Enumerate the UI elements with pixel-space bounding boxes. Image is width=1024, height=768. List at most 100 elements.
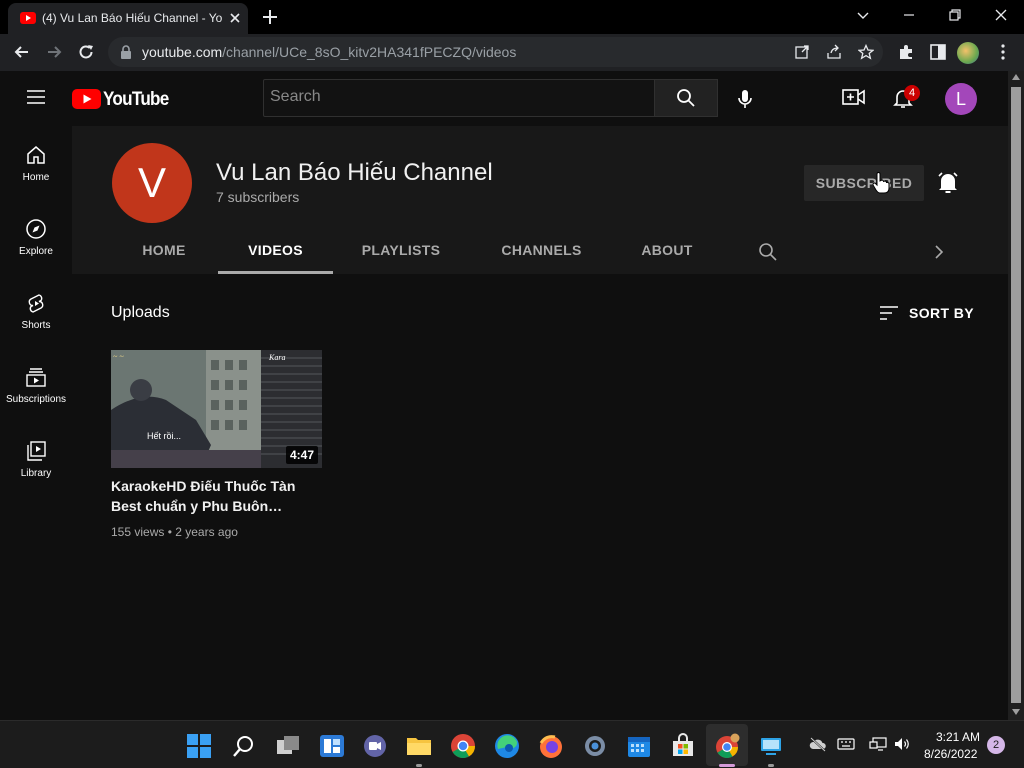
browser-tab-bar: (4) Vu Lan Báo Hiếu Channel - Yo	[0, 0, 1024, 34]
chevron-right-icon[interactable]	[932, 244, 946, 260]
scrollbar-thumb[interactable]	[1011, 87, 1021, 703]
video-meta: 155 views • 2 years ago	[111, 525, 238, 539]
search-icon	[677, 89, 695, 107]
open-in-app-icon[interactable]	[794, 44, 810, 60]
sidebar-item-label: Explore	[19, 246, 53, 257]
sidebar-item-label: Subscriptions	[5, 394, 67, 405]
close-window-icon[interactable]	[993, 7, 1009, 23]
voice-search-mic-icon[interactable]	[731, 85, 759, 113]
clock-time[interactable]: 3:21 AM	[936, 730, 980, 744]
subscribed-button[interactable]: SUBSCRIBED	[804, 165, 924, 201]
notification-center-badge[interactable]: 2	[987, 736, 1005, 754]
side-panel-icon[interactable]	[929, 43, 947, 61]
volume-speaker-icon[interactable]	[893, 736, 911, 752]
browser-toolbar: youtube.com/channel/UCe_8sO_kitv2HA341fP…	[0, 34, 1024, 71]
browser-menu-icon[interactable]	[995, 43, 1011, 61]
settings-gear-icon[interactable]	[582, 733, 608, 759]
forward-arrow-icon[interactable]	[44, 42, 64, 62]
clock-date[interactable]: 8/26/2022	[924, 747, 977, 761]
search-button[interactable]	[655, 79, 718, 117]
share-icon[interactable]	[826, 44, 842, 60]
channel-avatar[interactable]: V	[112, 143, 192, 223]
search-box[interactable]	[263, 79, 655, 117]
channel-name: Vu Lan Báo Hiếu Channel	[216, 159, 493, 186]
subscriber-count: 7 subscribers	[216, 189, 300, 205]
channel-header: V Vu Lan Báo Hiếu Channel 7 subscribers …	[72, 126, 1008, 274]
youtube-header: YouTube 4 L	[0, 71, 1008, 126]
calendar-icon[interactable]	[626, 733, 652, 759]
subscriptions-icon	[26, 368, 46, 387]
shorts-icon	[28, 294, 44, 313]
page-scrollbar[interactable]	[1008, 71, 1024, 720]
channel-notification-bell-icon[interactable]	[937, 171, 959, 195]
network-monitor-icon[interactable]	[869, 736, 887, 752]
widgets-icon[interactable]	[319, 733, 345, 759]
video-duration: 4:47	[285, 446, 318, 464]
taskbar-search-icon[interactable]	[231, 733, 257, 759]
running-indicator	[416, 764, 422, 767]
keyboard-icon[interactable]	[837, 736, 855, 752]
tab-about[interactable]: ABOUT	[632, 230, 702, 274]
youtube-page: YouTube 4 L Home Explore Sh	[0, 71, 1008, 720]
back-arrow-icon[interactable]	[12, 42, 32, 62]
channel-search-icon[interactable]	[758, 242, 778, 262]
address-bar[interactable]: youtube.com/channel/UCe_8sO_kitv2HA341fP…	[108, 37, 883, 67]
sidebar-item-subscriptions[interactable]: Subscriptions	[0, 348, 72, 422]
sort-by-label: SORT BY	[909, 305, 975, 321]
thumbnail-corner-text: Kara	[268, 353, 285, 362]
active-app-indicator	[719, 764, 735, 767]
sidebar-item-label: Home	[22, 172, 50, 183]
task-view-icon[interactable]	[275, 733, 301, 759]
sidebar-item-shorts[interactable]: Shorts	[0, 274, 72, 348]
running-indicator	[768, 764, 774, 767]
scroll-down-arrow-icon[interactable]	[1012, 709, 1020, 715]
reload-icon[interactable]	[76, 42, 96, 62]
search-input[interactable]	[270, 88, 640, 106]
url-text[interactable]: youtube.com/channel/UCe_8sO_kitv2HA341fP…	[142, 44, 516, 60]
uploads-section-title: Uploads	[111, 304, 170, 321]
home-icon	[27, 146, 45, 164]
lock-icon[interactable]	[120, 45, 132, 59]
tab-search-chevron-icon[interactable]	[855, 7, 871, 23]
thumbnail-logo-mark: ~ ~	[113, 352, 124, 361]
new-tab-plus-icon[interactable]	[260, 7, 280, 27]
edge-icon[interactable]	[494, 733, 520, 759]
microsoft-store-icon[interactable]	[670, 733, 696, 759]
close-tab-icon[interactable]	[228, 11, 242, 25]
tab-videos[interactable]: VIDEOS	[218, 230, 333, 274]
tab-home[interactable]: HOME	[127, 230, 201, 274]
file-explorer-icon[interactable]	[406, 733, 432, 759]
remote-desktop-icon[interactable]	[758, 733, 784, 759]
chrome-profile-icon[interactable]	[714, 733, 740, 759]
tab-title: (4) Vu Lan Báo Hiếu Channel - Yo	[42, 11, 222, 25]
sidebar-item-explore[interactable]: Explore	[0, 200, 72, 274]
start-windows-icon[interactable]	[186, 733, 212, 759]
video-thumbnail[interactable]: Hết rồi... Kara ~ ~ 4:47	[111, 350, 322, 468]
video-title[interactable]: KaraokeHD Điếu Thuốc Tàn Best chuẩn y Ph…	[111, 476, 316, 516]
chrome-icon[interactable]	[450, 733, 476, 759]
firefox-icon[interactable]	[538, 733, 564, 759]
onedrive-offline-icon[interactable]	[809, 736, 827, 752]
tab-channels[interactable]: CHANNELS	[488, 230, 595, 274]
browser-tab[interactable]: (4) Vu Lan Báo Hiếu Channel - Yo	[8, 3, 248, 34]
minimize-icon[interactable]	[901, 7, 917, 23]
extensions-puzzle-icon[interactable]	[897, 43, 915, 61]
sidebar-item-home[interactable]: Home	[0, 126, 72, 200]
thumbnail-caption-text: Hết rồi...	[147, 431, 181, 441]
youtube-mini-sidebar: Home Explore Shorts Subscriptions Librar…	[0, 126, 72, 720]
browser-profile-avatar[interactable]	[957, 42, 979, 64]
create-video-icon[interactable]	[842, 87, 866, 107]
bookmark-star-icon[interactable]	[858, 44, 874, 60]
sidebar-item-library[interactable]: Library	[0, 422, 72, 496]
teams-chat-icon[interactable]	[362, 733, 388, 759]
youtube-play-logo-icon	[72, 89, 101, 109]
hamburger-menu-icon[interactable]	[26, 89, 46, 105]
restore-icon[interactable]	[947, 7, 963, 23]
sidebar-item-label: Shorts	[21, 320, 51, 331]
hand-cursor-icon	[872, 172, 890, 194]
scroll-up-arrow-icon[interactable]	[1012, 74, 1020, 80]
video-card[interactable]: Hết rồi... Kara ~ ~ 4:47 KaraokeHD Điếu …	[111, 350, 322, 550]
compass-icon	[26, 219, 46, 239]
tab-playlists[interactable]: PLAYLISTS	[348, 230, 454, 274]
user-avatar[interactable]: L	[945, 83, 977, 115]
